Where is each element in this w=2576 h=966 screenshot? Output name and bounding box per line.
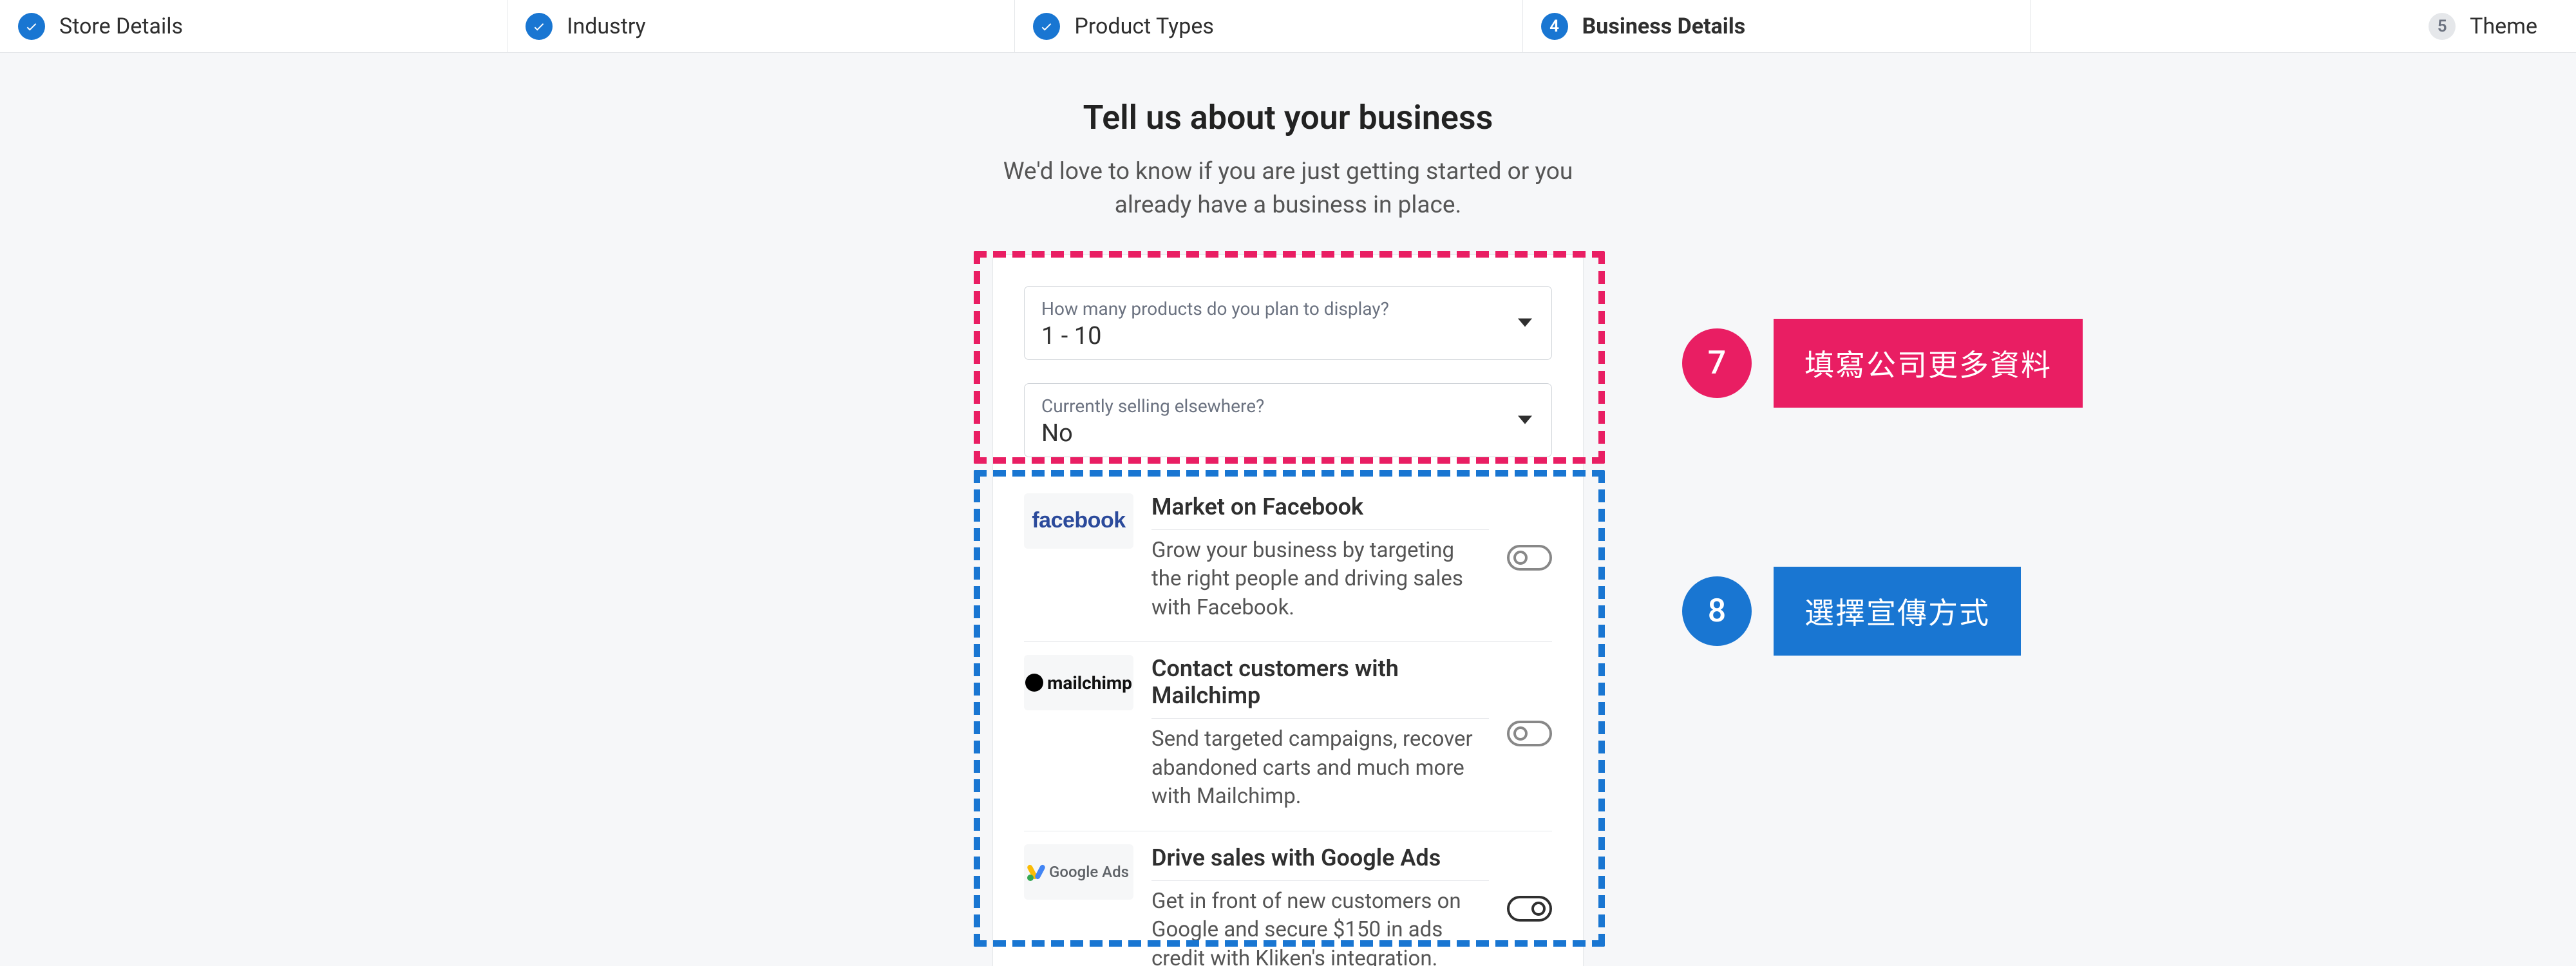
progress-step-label: Product Types bbox=[1074, 14, 1213, 39]
page-subtitle: We'd love to know if you are just gettin… bbox=[998, 155, 1578, 222]
promo-item-facebook: facebook Market on Facebook Grow your bu… bbox=[1024, 480, 1552, 642]
annotation-badge: 7 bbox=[1682, 328, 1752, 398]
select-label: Currently selling elsewhere? bbox=[1041, 395, 1535, 417]
annotation-label: 選擇宣傳方式 bbox=[1774, 567, 2021, 656]
promo-title: Drive sales with Google Ads bbox=[1151, 844, 1489, 881]
progress-step-industry[interactable]: Industry bbox=[507, 0, 1014, 52]
page-title: Tell us about your business bbox=[1083, 98, 1493, 137]
annotation-callout-8: 8 選擇宣傳方式 bbox=[1682, 567, 2021, 656]
wizard-progress: Store Details Industry Product Types 4 B… bbox=[0, 0, 2576, 53]
promo-toggle-googleads[interactable] bbox=[1507, 896, 1552, 922]
chevron-down-icon bbox=[1518, 319, 1532, 327]
promo-item-googleads: Google Ads Drive sales with Google Ads G… bbox=[1024, 831, 1552, 966]
progress-step-product-types[interactable]: Product Types bbox=[1014, 0, 1522, 52]
select-value: 1 - 10 bbox=[1041, 322, 1535, 350]
progress-step-label: Store Details bbox=[59, 14, 183, 39]
annotation-callout-7: 7 填寫公司更多資料 bbox=[1682, 319, 2083, 408]
business-details-card: How many products do you plan to display… bbox=[992, 254, 1584, 966]
progress-step-label: Business Details bbox=[1582, 14, 1746, 39]
promo-toggle-mailchimp[interactable] bbox=[1507, 721, 1552, 746]
progress-step-business-details[interactable]: 4 Business Details bbox=[1522, 0, 2030, 52]
annotation-label: 填寫公司更多資料 bbox=[1774, 319, 2083, 408]
promo-list: facebook Market on Facebook Grow your bu… bbox=[1024, 480, 1552, 966]
googleads-logo-icon: Google Ads bbox=[1024, 844, 1133, 900]
step-number-icon: 4 bbox=[1541, 13, 1568, 40]
progress-step-label: Industry bbox=[567, 14, 646, 39]
check-icon bbox=[1033, 13, 1060, 40]
promo-description: Get in front of new customers on Google … bbox=[1151, 887, 1489, 966]
progress-step-theme[interactable]: 5 Theme bbox=[2030, 0, 2576, 52]
check-icon bbox=[526, 13, 553, 40]
promo-description: Send targeted campaigns, recover abandon… bbox=[1151, 725, 1489, 811]
select-value: No bbox=[1041, 419, 1535, 448]
promo-item-mailchimp: mailchimp Contact customers with Mailchi… bbox=[1024, 641, 1552, 831]
progress-step-store-details[interactable]: Store Details bbox=[0, 0, 507, 52]
promo-title: Contact customers with Mailchimp bbox=[1151, 655, 1489, 719]
promo-title: Market on Facebook bbox=[1151, 493, 1489, 530]
selling-elsewhere-select[interactable]: Currently selling elsewhere? No bbox=[1024, 383, 1552, 457]
check-icon bbox=[18, 13, 45, 40]
annotation-badge: 8 bbox=[1682, 576, 1752, 646]
promo-description: Grow your business by targeting the righ… bbox=[1151, 536, 1489, 623]
promo-toggle-facebook[interactable] bbox=[1507, 545, 1552, 571]
progress-step-label: Theme bbox=[2470, 14, 2537, 39]
step-number-icon: 5 bbox=[2429, 13, 2456, 40]
facebook-logo-icon: facebook bbox=[1024, 493, 1133, 549]
product-count-select[interactable]: How many products do you plan to display… bbox=[1024, 286, 1552, 360]
select-label: How many products do you plan to display… bbox=[1041, 298, 1535, 319]
mailchimp-logo-icon: mailchimp bbox=[1024, 655, 1133, 710]
chevron-down-icon bbox=[1518, 416, 1532, 424]
